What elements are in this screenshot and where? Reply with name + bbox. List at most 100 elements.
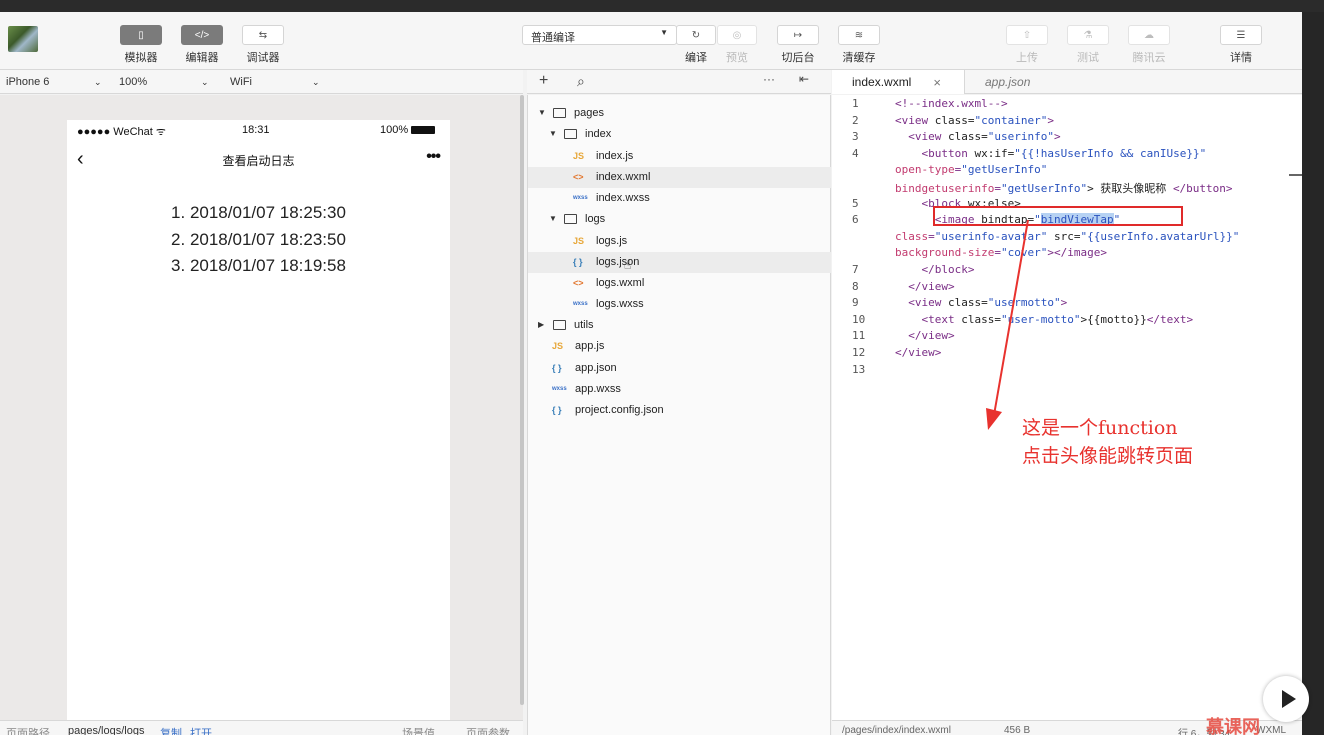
- wifi-icon: ᯤ: [155, 126, 166, 138]
- code-line[interactable]: 4 <button wx:if="{{!hasUserInfo && canIU…: [832, 147, 1302, 163]
- page-path-value: pages/logs/logs: [68, 725, 145, 735]
- more-icon[interactable]: •••: [426, 148, 441, 166]
- line-text: </view>: [908, 279, 955, 293]
- scene-value-button[interactable]: 场景值: [402, 725, 435, 735]
- debugger-label: 调试器: [246, 52, 280, 64]
- preview-icon: ◎: [732, 29, 742, 41]
- debugger-toggle-button[interactable]: ⇆: [242, 25, 284, 45]
- code-line[interactable]: 13: [832, 363, 1302, 379]
- battery-label: 100%: [380, 124, 436, 136]
- log-item: 1. 2018/01/07 18:25:30: [171, 203, 346, 222]
- tree-file-logs-json[interactable]: { } logs.json ☝: [528, 252, 831, 273]
- tree-file-app-wxss[interactable]: wxss app.wxss: [528, 379, 831, 400]
- more-icon[interactable]: ···: [763, 72, 775, 86]
- tree-file-app-json[interactable]: { } app.json: [528, 358, 831, 379]
- compile-mode-value: 普通编译: [531, 32, 575, 44]
- code-line[interactable]: background-size="cover"></image>: [832, 246, 1302, 262]
- tab-app-json[interactable]: app.json: [965, 70, 1050, 94]
- compile-mode-select[interactable]: 普通编译 ▼: [522, 25, 677, 45]
- clear-cache-button[interactable]: ≋: [838, 25, 880, 45]
- collapse-icon[interactable]: ⇤: [799, 72, 809, 86]
- details-button[interactable]: ☰: [1220, 25, 1262, 45]
- tree-folder-logs[interactable]: ▼ logs: [528, 209, 831, 230]
- tree-file-app-js[interactable]: JS app.js: [528, 336, 831, 357]
- tree-file-project-config[interactable]: { } project.config.json: [528, 400, 831, 421]
- code-line[interactable]: 2 <view class="container">: [832, 114, 1302, 130]
- switch-background-icon: ↦: [793, 29, 803, 41]
- line-number: 7: [852, 263, 859, 276]
- code-line[interactable]: 12 </view>: [832, 346, 1302, 362]
- compile-button[interactable]: ↻: [676, 25, 716, 45]
- code-line[interactable]: open-type="getUserInfo": [832, 163, 1302, 179]
- line-text: open-type="getUserInfo": [895, 163, 1048, 177]
- wxml-file-icon: <>: [573, 172, 584, 182]
- close-icon[interactable]: ×: [933, 75, 941, 90]
- background-button[interactable]: ↦: [777, 25, 819, 45]
- caret-down-icon: ▼: [549, 214, 557, 223]
- network-select[interactable]: WiFi ⌄: [230, 74, 330, 90]
- debug-icon: ⇆: [258, 29, 268, 41]
- code-line[interactable]: class="userinfo-avatar" src="{{userInfo.…: [832, 230, 1302, 246]
- folder-icon: [564, 214, 577, 224]
- js-file-icon: JS: [552, 341, 564, 351]
- line-number: 8: [852, 279, 859, 293]
- simulator-scrollbar[interactable]: [520, 95, 524, 705]
- tencent-cloud-button[interactable]: ☁: [1128, 25, 1170, 45]
- file-panel-header: + ⌕ ··· ⇤: [527, 70, 831, 94]
- log-item: 3. 2018/01/07 18:19:58: [171, 256, 346, 275]
- add-icon[interactable]: +: [539, 72, 548, 90]
- tab-index-wxml[interactable]: index.wxml ×: [832, 70, 965, 94]
- page-params-button[interactable]: 页面参数: [466, 725, 510, 735]
- simulator-toggle-button[interactable]: ▯: [120, 25, 162, 45]
- folder-icon: [553, 108, 566, 118]
- line-number: 11: [852, 329, 866, 343]
- language-mode[interactable]: WXML: [1256, 725, 1286, 735]
- tree-folder-pages[interactable]: ▼ pages: [528, 103, 831, 124]
- copy-link[interactable]: 复制: [160, 725, 182, 735]
- code-line[interactable]: 11 </view>: [832, 329, 1302, 345]
- annotation-text: 这是一个function 点击头像能跳转页面: [1022, 414, 1193, 470]
- open-link[interactable]: 打开: [190, 725, 212, 735]
- tree-file-index-wxss[interactable]: wxss index.wxss: [528, 188, 831, 209]
- code-line[interactable]: 10 <text class="user-motto">{{motto}}</t…: [832, 313, 1302, 329]
- watermark-logo: 慕课网: [1206, 717, 1260, 735]
- code-line[interactable]: bindgetuserinfo="getUserInfo"> 获取头像昵称 </…: [832, 180, 1302, 196]
- line-number: 1: [852, 97, 859, 110]
- editor-toggle-button[interactable]: </>: [181, 25, 223, 45]
- tree-file-logs-js[interactable]: JS logs.js: [528, 231, 831, 252]
- preview-button[interactable]: ◎: [717, 25, 757, 45]
- search-icon[interactable]: ⌕: [577, 73, 585, 90]
- zoom-select[interactable]: 100% ⌄: [119, 74, 219, 90]
- video-overlay-edge: [1302, 12, 1324, 735]
- user-avatar[interactable]: [8, 26, 38, 52]
- line-text: </block>: [921, 263, 975, 276]
- tree-file-index-wxml[interactable]: <> index.wxml: [528, 167, 831, 188]
- js-file-icon: JS: [573, 236, 585, 246]
- json-file-icon: { }: [573, 257, 583, 267]
- tree-folder-index[interactable]: ▼ index: [528, 124, 831, 145]
- clear-cache-label: 清缓存: [842, 52, 876, 64]
- device-select[interactable]: iPhone 6 ⌄: [6, 74, 104, 90]
- simulator-label: 模拟器: [124, 52, 158, 64]
- file-path: /pages/index/index.wxml: [842, 725, 951, 735]
- line-text: class="userinfo-avatar" src="{{userInfo.…: [895, 229, 1240, 243]
- cloud-icon: ☁: [1144, 29, 1154, 41]
- line-number: 5: [852, 196, 859, 210]
- tree-file-logs-wxss[interactable]: wxss logs.wxss: [528, 294, 831, 315]
- code-line[interactable]: 8 </view>: [832, 280, 1302, 296]
- file-size: 456 B: [1004, 725, 1031, 735]
- file-tree: ▼ pages ▼ index JS index.js <> index.wxml wx…: [527, 95, 831, 735]
- status-time: 18:31: [242, 124, 270, 136]
- play-button[interactable]: [1263, 676, 1309, 722]
- caret-down-icon: ▼: [549, 129, 557, 138]
- code-line[interactable]: 9 <view class="usermotto">: [832, 296, 1302, 312]
- tree-file-logs-wxml[interactable]: <> logs.wxml: [528, 273, 831, 294]
- tree-file-index-js[interactable]: JS index.js: [528, 146, 831, 167]
- upload-button[interactable]: ⇧: [1006, 25, 1048, 45]
- code-line[interactable]: 3 <view class="userinfo">: [832, 130, 1302, 146]
- test-button[interactable]: ⚗: [1067, 25, 1109, 45]
- code-line[interactable]: 1 <!--index.wxml-->: [832, 97, 1302, 113]
- code-line[interactable]: 7 </block>: [832, 263, 1302, 279]
- phone-screen[interactable]: ●●●●● WeChat ᯤ 18:31 100% ‹ 查看启动日志 ••• 1…: [67, 120, 450, 735]
- tree-folder-utils[interactable]: ▶ utils: [528, 315, 831, 336]
